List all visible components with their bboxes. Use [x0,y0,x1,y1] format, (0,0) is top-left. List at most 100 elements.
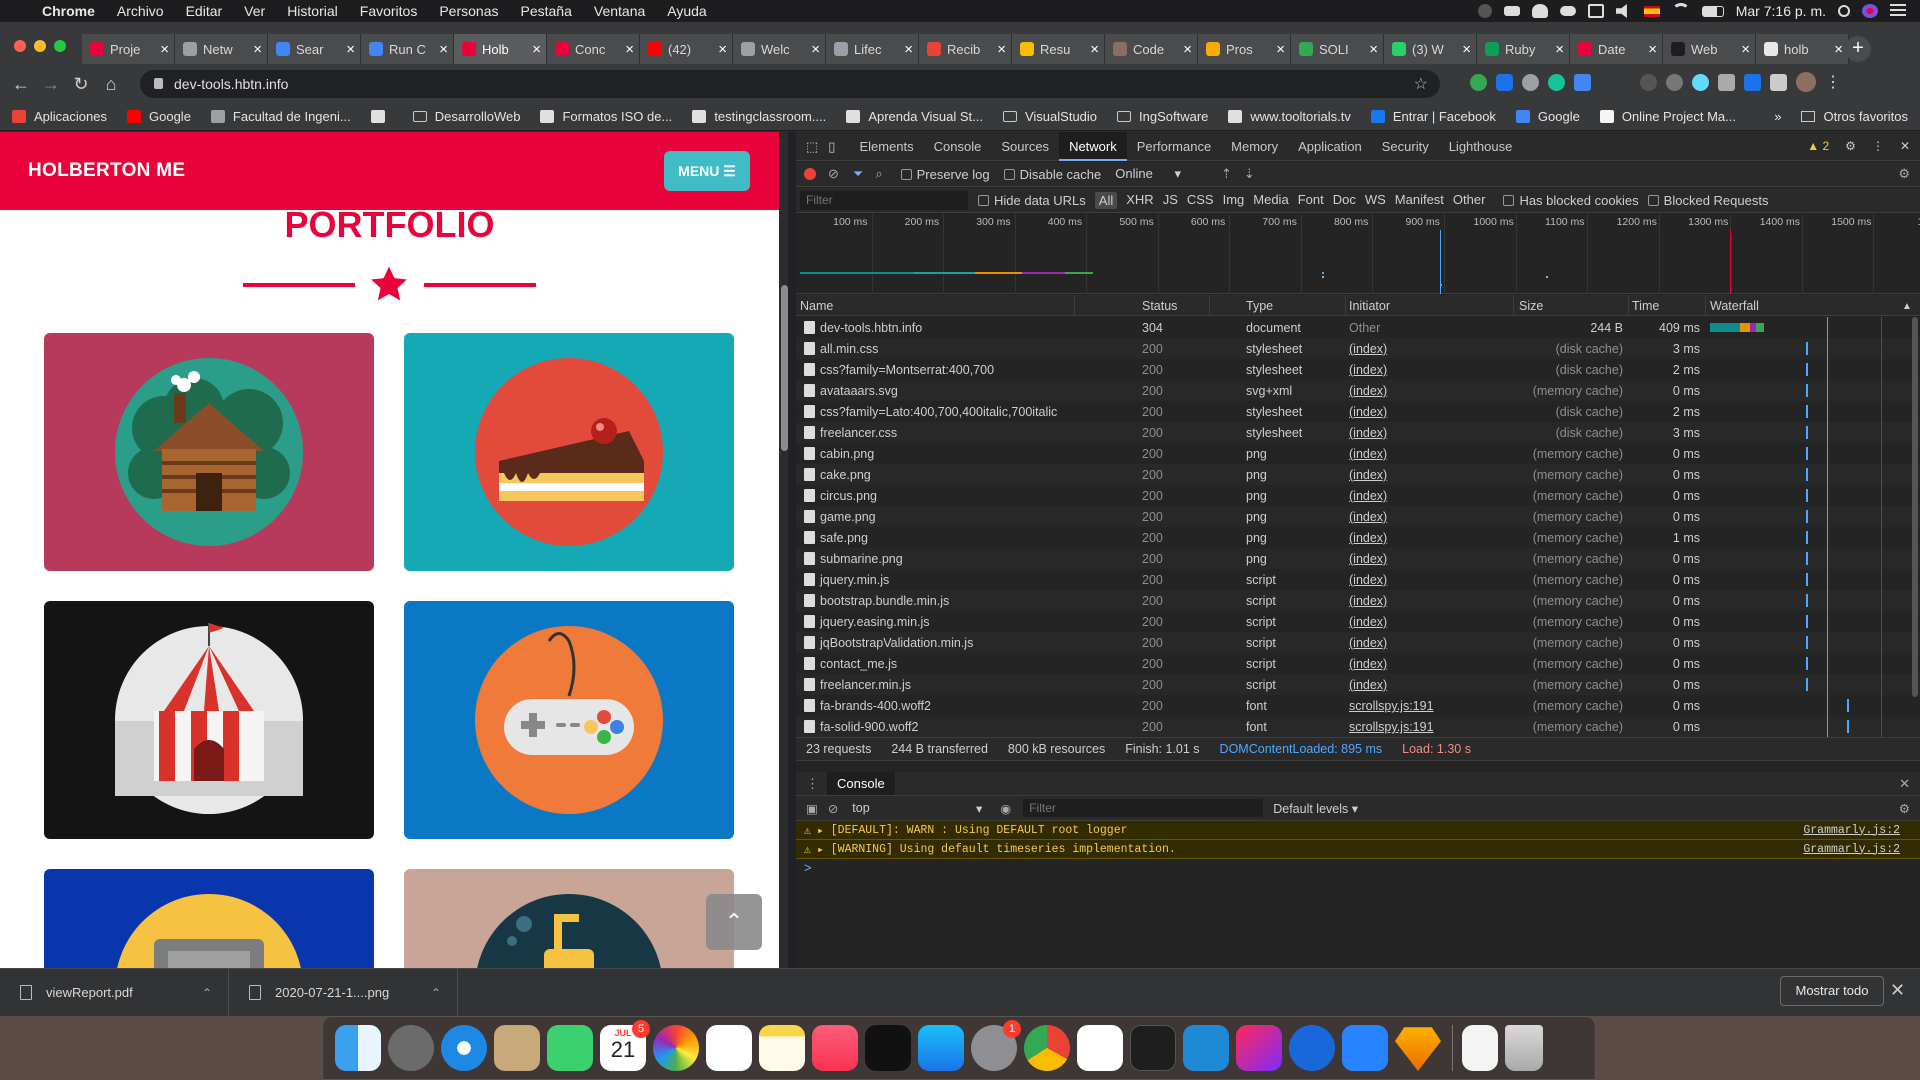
close-drawer-icon[interactable]: ✕ [1899,776,1910,792]
tab-close-icon[interactable]: × [625,41,634,58]
chrome-icon[interactable] [1024,1025,1070,1071]
network-request-row[interactable]: bootstrap.bundle.min.js 200 script (index) (… [796,590,1920,611]
browser-tab[interactable]: Web × [1663,34,1756,64]
tab-close-icon[interactable]: × [1741,41,1750,58]
devtools-resize-handle[interactable] [788,132,796,968]
tab-close-icon[interactable]: × [1555,41,1564,58]
tab-close-icon[interactable]: × [532,41,541,58]
network-overview-timeline[interactable]: 100 ms 200 ms 300 ms 400 ms 500 ms 600 ms 700 … [796,214,1920,294]
other-bookmarks[interactable]: » Otros favoritos [1774,109,1908,124]
ext-grammarly-icon[interactable] [1548,73,1565,91]
launchpad-icon[interactable] [388,1025,434,1071]
trash-icon[interactable] [1505,1025,1543,1071]
console-prompt[interactable]: > [804,860,812,875]
vscode-icon[interactable] [1183,1025,1229,1071]
browser-tab[interactable]: Holb × [454,34,547,64]
sketch-icon[interactable] [1395,1027,1441,1071]
warning-source-link[interactable]: Grammarly.js:2 [1803,824,1900,837]
bookmark-item[interactable]: Aplicaciones [12,109,107,124]
ext-translate-icon[interactable] [1574,73,1591,91]
browser-tab[interactable]: Run C × [361,34,454,64]
finder-icon[interactable] [335,1025,381,1071]
reload-button[interactable]: ↻ [66,74,96,95]
col-status[interactable]: Status [1142,299,1177,313]
col-initiator[interactable]: Initiator [1349,299,1390,313]
system-preferences-icon[interactable]: 1 [971,1020,1021,1071]
minimize-window-button[interactable] [34,40,46,52]
network-request-row[interactable]: safe.png 200 png (index) (memory cache) 1 ms [796,527,1920,548]
request-initiator[interactable]: (index) [1349,615,1387,629]
browser-tab[interactable]: Recib × [919,34,1012,64]
devtools-tab-sources[interactable]: Sources [991,132,1059,161]
notes-icon[interactable] [759,1025,805,1071]
network-request-row[interactable]: avataaars.svg 200 svg+xml (index) (memory ca… [796,380,1920,401]
tab-close-icon[interactable]: × [160,41,169,58]
tab-close-icon[interactable]: × [1183,41,1192,58]
evernote-icon[interactable] [1531,4,1548,18]
network-request-row[interactable]: contact_me.js 200 script (index) (memory cac… [796,653,1920,674]
ext-green-icon[interactable] [1470,73,1487,91]
tab-close-icon[interactable]: × [811,41,820,58]
request-initiator[interactable]: (index) [1349,405,1387,419]
tab-close-icon[interactable]: × [1648,41,1657,58]
extensions-puzzle-icon[interactable] [1770,73,1787,91]
request-initiator[interactable]: scrollspy.js:191 [1349,720,1434,734]
col-waterfall[interactable]: Waterfall [1710,299,1759,313]
request-initiator[interactable]: scrollspy.js:191 [1349,699,1434,713]
menu-personas[interactable]: Personas [428,3,509,19]
chrome-menu-icon[interactable]: ⋮ [1825,72,1841,92]
browser-tab[interactable]: (3) W × [1384,34,1477,64]
bookmark-folder[interactable]: VisualStudio [1002,109,1097,124]
notification-center-icon[interactable] [1890,4,1906,18]
menu-historial[interactable]: Historial [276,3,349,19]
tab-close-icon[interactable]: × [1462,41,1471,58]
request-initiator[interactable]: (index) [1349,342,1387,356]
portfolio-item-circus[interactable] [44,601,374,839]
network-request-row[interactable]: freelancer.min.js 200 script (index) (memory… [796,674,1920,695]
network-request-row[interactable]: dev-tools.hbtn.info 304 document Other 244 B… [796,317,1920,338]
network-request-row[interactable]: fa-brands-400.woff2 200 font scrollspy.js:1… [796,695,1920,716]
network-request-row[interactable]: css?family=Lato:400,700,400italic,700ita… [796,401,1920,422]
tab-close-icon[interactable]: × [1276,41,1285,58]
show-all-downloads-button[interactable]: Mostrar todo [1780,976,1884,1006]
ext-screen-icon[interactable] [1744,73,1761,91]
ext-gray-icon[interactable] [1522,73,1539,91]
network-request-row[interactable]: jquery.min.js 200 script (index) (memory cac… [796,569,1920,590]
page-scrollbar[interactable] [781,285,788,451]
home-button[interactable]: ⌂ [96,74,126,95]
search-icon[interactable]: ⌕ [875,166,882,182]
warnings-badge[interactable]: ▲ 2 [1807,139,1829,153]
music-icon[interactable] [812,1025,858,1071]
request-initiator[interactable]: (index) [1349,468,1387,482]
devtools-tab-network[interactable]: Network [1059,132,1127,161]
browser-tab[interactable]: Resu × [1012,34,1105,64]
type-filter-other[interactable]: Other [1453,192,1486,209]
drawer-menu-icon[interactable]: ⋮ [806,776,819,792]
browser-tab[interactable]: Welc × [733,34,826,64]
user-avatar-icon[interactable] [1862,4,1878,18]
col-time[interactable]: Time [1632,299,1659,313]
browser-tab[interactable]: Lifec × [826,34,919,64]
request-list-scrollbar[interactable] [1912,317,1918,697]
request-initiator[interactable]: (index) [1349,363,1387,377]
more-bookmarks-chevron[interactable]: » [1774,109,1781,124]
console-sidebar-icon[interactable]: ▣ [806,801,818,816]
jira-icon[interactable] [1342,1025,1388,1071]
network-filter-input[interactable] [800,190,968,210]
inspect-element-icon[interactable]: ⬚ [796,132,824,161]
device-toolbar-icon[interactable]: ▯ [824,132,849,161]
bookmark-item[interactable]: Online Project Ma... [1599,109,1736,124]
console-warning-row[interactable]: ⚠ ▸ [DEFAULT]: WARN : Using DEFAULT root … [796,821,1920,840]
spain-flag-icon[interactable] [1643,5,1660,17]
network-request-row[interactable]: css?family=Montserrat:400,700 200 styleshe… [796,359,1920,380]
volume-icon[interactable] [1615,4,1627,18]
filter-funnel-icon[interactable]: ⏷ [853,166,863,182]
address-bar[interactable]: dev-tools.hbtn.info ☆ [140,70,1440,98]
blocked-requests-checkbox[interactable]: Blocked Requests [1647,193,1768,208]
request-initiator[interactable]: (index) [1349,489,1387,503]
browser-tab[interactable]: Proje × [82,34,175,64]
terminal-icon[interactable] [1130,1025,1176,1071]
app-store-icon[interactable] [918,1025,964,1071]
document-stack-icon[interactable] [1462,1025,1498,1071]
portfolio-item-game[interactable] [404,601,734,839]
